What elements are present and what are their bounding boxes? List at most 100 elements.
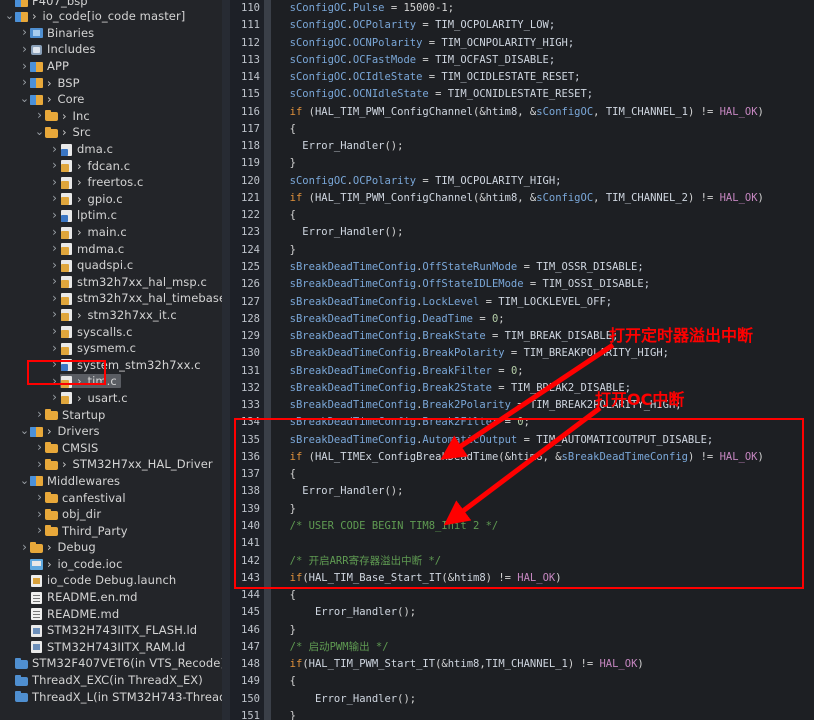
code-line[interactable]: sBreakDeadTimeConfig.Break2State = TIM_B… — [277, 380, 814, 397]
chevron-right-icon[interactable]: › — [49, 341, 60, 356]
tree-item-stm32h7xx_hal_msp.c[interactable]: › stm32h7xx_hal_msp.c — [0, 274, 222, 291]
tree-item-dma.c[interactable]: › dma.c — [0, 141, 222, 158]
code-line[interactable] — [277, 535, 814, 552]
editor-code-area[interactable]: sConfigOC.Pulse = 15000-1; sConfigOC.OCP… — [271, 0, 814, 720]
tree-item-usart.c[interactable]: › › usart.c — [0, 390, 222, 407]
code-line[interactable]: { — [277, 466, 814, 483]
tree-item-content[interactable]: › gpio.c — [60, 192, 127, 206]
tree-item-io_code[interactable]: ⌄ › io_code [io_code master] — [0, 8, 222, 25]
code-editor-pane[interactable]: 110 111 112 113 114 115 116 117 118 119 120 121 122 1… — [222, 0, 814, 720]
tree-item-bsp[interactable]: › › BSP — [0, 74, 222, 91]
code-line[interactable]: sBreakDeadTimeConfig.BreakFilter = 0; — [277, 363, 814, 380]
tree-item-content[interactable]: Third_Party — [45, 524, 132, 538]
chevron-right-icon[interactable]: › — [34, 407, 45, 422]
tree-item-content[interactable]: system_stm32h7xx.c — [60, 358, 205, 372]
chevron-right-icon[interactable]: › — [49, 225, 60, 240]
tree-item-content[interactable]: sysmem.c — [60, 341, 140, 355]
tree-item-stm32f407vet6[interactable]: STM32F407VET6 (in VTS_Recode) — [0, 655, 222, 672]
tree-item-mdma.c[interactable]: › mdma.c — [0, 240, 222, 257]
tree-item-content[interactable]: › fdcan.c — [60, 159, 134, 173]
chevron-down-icon[interactable]: ⌄ — [19, 475, 30, 486]
tree-item-content[interactable]: stm32h7xx_hal_msp.c — [60, 275, 211, 289]
tree-item-content[interactable]: › Core — [30, 92, 89, 106]
tree-item-content[interactable]: canfestival — [45, 491, 130, 505]
tree-item-io_code-debug.launch[interactable]: io_code Debug.launch — [0, 572, 222, 589]
code-line[interactable]: sBreakDeadTimeConfig.OffStateRunMode = T… — [277, 259, 814, 276]
tree-item-content[interactable]: io_code Debug.launch — [30, 573, 180, 587]
tree-item-content[interactable]: › BSP — [30, 76, 84, 90]
tree-item-content[interactable]: quadspi.c — [60, 258, 137, 272]
chevron-right-icon[interactable]: › — [49, 241, 60, 256]
tree-item-content[interactable]: mdma.c — [60, 242, 128, 256]
chevron-right-icon[interactable]: › — [49, 390, 60, 405]
tree-item-readme.en.md[interactable]: README.en.md — [0, 589, 222, 606]
code-line[interactable]: sBreakDeadTimeConfig.AutomaticOutput = T… — [277, 432, 814, 449]
chevron-right-icon[interactable]: › — [19, 59, 30, 74]
tree-item-content[interactable]: ThreadX_L (in STM32H743-ThreadX) — [15, 690, 222, 704]
tree-item-content[interactable]: › Debug — [30, 540, 100, 554]
tree-item-content[interactable]: › stm32h7xx_it.c — [60, 308, 181, 322]
chevron-down-icon[interactable]: ⌄ — [34, 126, 45, 137]
code-line[interactable]: Error_Handler(); — [277, 138, 814, 155]
chevron-right-icon[interactable]: › — [49, 307, 60, 322]
chevron-right-icon[interactable]: › — [34, 108, 45, 123]
code-line[interactable]: sConfigOC.OCNPolarity = TIM_OCNPOLARITY_… — [277, 35, 814, 52]
tree-item-fdcan.c[interactable]: › › fdcan.c — [0, 157, 222, 174]
code-line[interactable]: /* USER CODE BEGIN TIM8_Init 2 */ — [277, 518, 814, 535]
tree-item-threadx_l[interactable]: ThreadX_L (in STM32H743-ThreadX) — [0, 688, 222, 705]
tree-item-freertos.c[interactable]: › › freertos.c — [0, 174, 222, 191]
code-line[interactable]: } — [277, 622, 814, 639]
tree-item-content[interactable]: dma.c — [60, 142, 117, 156]
code-line[interactable]: } — [277, 501, 814, 518]
tree-item-content[interactable]: › io_code.ioc — [30, 557, 127, 571]
chevron-right-icon[interactable]: › — [49, 258, 60, 273]
chevron-right-icon[interactable]: › — [49, 324, 60, 339]
code-line[interactable]: sBreakDeadTimeConfig.OffStateIDLEMode = … — [277, 276, 814, 293]
tree-item-content[interactable]: Binaries — [30, 26, 98, 40]
tree-item-inc[interactable]: › › Inc — [0, 108, 222, 125]
chevron-right-icon[interactable]: › — [34, 457, 45, 472]
chevron-right-icon[interactable]: › — [49, 175, 60, 190]
chevron-right-icon[interactable]: › — [19, 540, 30, 555]
code-line[interactable]: sBreakDeadTimeConfig.BreakPolarity = TIM… — [277, 345, 814, 362]
code-line[interactable]: sBreakDeadTimeConfig.Break2Polarity = TI… — [277, 397, 814, 414]
chevron-down-icon[interactable]: ⌄ — [19, 425, 30, 436]
project-explorer-tree[interactable]: F407_bsp ⌄ › io_code [io_code master] › Bina… — [0, 0, 222, 720]
tree-item-content[interactable]: › Inc — [45, 109, 94, 123]
tree-item-stm32h7xx_it.c[interactable]: › › stm32h7xx_it.c — [0, 307, 222, 324]
tree-item-content[interactable]: lptim.c — [60, 208, 121, 222]
tree-item-content[interactable]: Middlewares — [30, 474, 124, 488]
code-line[interactable]: sConfigOC.OCIdleState = TIM_OCIDLESTATE_… — [277, 69, 814, 86]
tree-item-canfestival[interactable]: › canfestival — [0, 489, 222, 506]
code-line[interactable]: if (HAL_TIM_PWM_ConfigChannel(&htim8, &s… — [277, 104, 814, 121]
tree-item-stm32h743iitx_ram.ld[interactable]: STM32H743IITX_RAM.ld — [0, 639, 222, 656]
tree-item-content[interactable]: ThreadX_EXC (in ThreadX_EX) — [15, 673, 207, 687]
chevron-right-icon[interactable]: › — [49, 158, 60, 173]
tree-item-sysmem.c[interactable]: › sysmem.c — [0, 340, 222, 357]
code-line[interactable]: sConfigOC.OCNIdleState = TIM_OCNIDLESTAT… — [277, 86, 814, 103]
code-line[interactable]: if(HAL_TIM_PWM_Start_IT(&htim8,TIM_CHANN… — [277, 656, 814, 673]
code-line[interactable]: { — [277, 673, 814, 690]
tree-item-content[interactable]: › tim.c — [60, 374, 121, 389]
code-line[interactable]: Error_Handler(); — [277, 483, 814, 500]
code-line[interactable]: /* 开启ARR寄存器溢出中断 */ — [277, 553, 814, 570]
tree-item-content[interactable]: STM32H743IITX_FLASH.ld — [30, 623, 201, 637]
code-line[interactable]: if(HAL_TIM_Base_Start_IT(&htim8) != HAL_… — [277, 570, 814, 587]
tree-item-app[interactable]: › APP — [0, 58, 222, 75]
chevron-right-icon[interactable]: › — [49, 374, 60, 389]
tree-item-content[interactable]: Startup — [45, 408, 109, 422]
chevron-right-icon[interactable]: › — [49, 274, 60, 289]
code-line[interactable]: if (HAL_TIMEx_ConfigBreakDeadTime(&htim8… — [277, 449, 814, 466]
code-line[interactable]: Error_Handler(); — [277, 604, 814, 621]
tree-item-content[interactable]: › freertos.c — [60, 175, 147, 189]
tree-item-obj_dir[interactable]: › obj_dir — [0, 506, 222, 523]
tree-item-content[interactable]: › io_code [io_code master] — [15, 9, 189, 23]
tree-item-cmsis[interactable]: › CMSIS — [0, 439, 222, 456]
chevron-right-icon[interactable]: › — [34, 507, 45, 522]
tree-item-content[interactable]: README.md — [30, 607, 123, 621]
tree-item-content[interactable]: STM32H743IITX_RAM.ld — [30, 640, 189, 654]
tree-item-drivers[interactable]: ⌄ › Drivers — [0, 423, 222, 440]
code-line[interactable]: sConfigOC.OCPolarity = TIM_OCPOLARITY_HI… — [277, 173, 814, 190]
tree-item-threadx_exc[interactable]: ThreadX_EXC (in ThreadX_EX) — [0, 672, 222, 689]
tree-item-includes[interactable]: › Includes — [0, 41, 222, 58]
